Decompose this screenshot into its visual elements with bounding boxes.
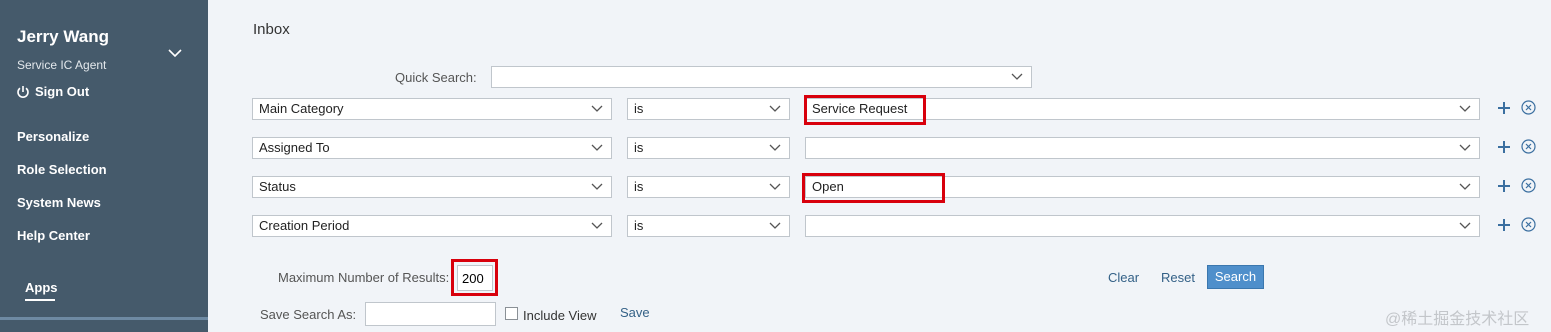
remove-row-close-icon[interactable] bbox=[1521, 100, 1536, 115]
remove-row-close-icon[interactable] bbox=[1521, 139, 1536, 154]
criteria-field-select[interactable]: Assigned To bbox=[252, 137, 612, 159]
user-name: Jerry Wang bbox=[17, 27, 109, 46]
nav-item-role-selection[interactable]: Role Selection bbox=[17, 162, 107, 177]
sidebar: Jerry Wang Service IC Agent Sign Out Per… bbox=[0, 0, 208, 332]
criteria-operator-value: is bbox=[634, 140, 644, 155]
active-tab-indicator bbox=[25, 299, 55, 301]
criteria-value-select[interactable] bbox=[805, 137, 1480, 159]
criteria-operator-select[interactable]: is bbox=[627, 215, 790, 237]
chevron-down-icon bbox=[769, 222, 781, 229]
criteria-value-text: Open bbox=[812, 179, 844, 194]
chevron-down-icon bbox=[769, 183, 781, 190]
criteria-value-select[interactable] bbox=[805, 215, 1480, 237]
criteria-field-value: Main Category bbox=[259, 101, 344, 116]
add-row-plus-icon[interactable] bbox=[1497, 218, 1511, 232]
chevron-down-icon bbox=[1459, 222, 1471, 229]
add-row-plus-icon[interactable] bbox=[1497, 140, 1511, 154]
search-button[interactable]: Search bbox=[1207, 265, 1264, 289]
criteria-operator-select[interactable]: is bbox=[627, 137, 790, 159]
criteria-operator-value: is bbox=[634, 218, 644, 233]
save-search-label: Save Search As: bbox=[260, 307, 357, 322]
include-view-checkbox[interactable] bbox=[505, 307, 518, 320]
save-search-input[interactable] bbox=[365, 302, 496, 326]
nav-item-help-center[interactable]: Help Center bbox=[17, 228, 90, 243]
chevron-down-icon[interactable] bbox=[168, 48, 182, 58]
chevron-down-icon bbox=[1459, 183, 1471, 190]
chevron-down-icon bbox=[769, 105, 781, 112]
save-button[interactable]: Save bbox=[620, 305, 650, 320]
nav-item-system-news[interactable]: System News bbox=[17, 195, 101, 210]
chevron-down-icon bbox=[1459, 144, 1471, 151]
include-view-label: Include View bbox=[523, 308, 597, 323]
criteria-field-select[interactable]: Main Category bbox=[252, 98, 612, 120]
user-role: Service IC Agent bbox=[17, 58, 107, 72]
chevron-down-icon bbox=[591, 144, 603, 151]
chevron-down-icon bbox=[1011, 73, 1023, 80]
clear-button[interactable]: Clear bbox=[1108, 270, 1139, 285]
criteria-field-value: Creation Period bbox=[259, 218, 350, 233]
criteria-value-text: Service Request bbox=[812, 101, 908, 116]
add-row-plus-icon[interactable] bbox=[1497, 101, 1511, 115]
sidebar-divider bbox=[0, 317, 208, 320]
chevron-down-icon bbox=[591, 183, 603, 190]
max-results-label: Maximum Number of Results: bbox=[278, 270, 450, 285]
criteria-value-select[interactable]: Service Request bbox=[805, 98, 1480, 120]
criteria-operator-value: is bbox=[634, 101, 644, 116]
watermark: @稀土掘金技术社区 bbox=[1385, 311, 1530, 328]
tab-apps[interactable]: Apps bbox=[25, 280, 58, 295]
sign-out-label: Sign Out bbox=[35, 84, 90, 99]
remove-row-close-icon[interactable] bbox=[1521, 217, 1536, 232]
nav-item-personalize[interactable]: Personalize bbox=[17, 129, 89, 144]
criteria-operator-value: is bbox=[634, 179, 644, 194]
criteria-field-select[interactable]: Status bbox=[252, 176, 612, 198]
criteria-field-value: Assigned To bbox=[259, 140, 330, 155]
quick-search-label: Quick Search: bbox=[395, 70, 477, 85]
power-icon bbox=[17, 85, 29, 98]
criteria-value-select[interactable]: Open bbox=[805, 176, 1480, 198]
add-row-plus-icon[interactable] bbox=[1497, 179, 1511, 193]
remove-row-close-icon[interactable] bbox=[1521, 178, 1536, 193]
chevron-down-icon bbox=[769, 144, 781, 151]
criteria-operator-select[interactable]: is bbox=[627, 98, 790, 120]
criteria-field-select[interactable]: Creation Period bbox=[252, 215, 612, 237]
quick-search-select[interactable] bbox=[491, 66, 1032, 88]
criteria-operator-select[interactable]: is bbox=[627, 176, 790, 198]
chevron-down-icon bbox=[591, 105, 603, 112]
sign-out-button[interactable]: Sign Out bbox=[16, 84, 89, 99]
page-title: Inbox bbox=[253, 21, 290, 38]
reset-button[interactable]: Reset bbox=[1161, 270, 1195, 285]
max-results-input[interactable] bbox=[457, 265, 493, 291]
criteria-field-value: Status bbox=[259, 179, 296, 194]
chevron-down-icon bbox=[1459, 105, 1471, 112]
chevron-down-icon bbox=[591, 222, 603, 229]
